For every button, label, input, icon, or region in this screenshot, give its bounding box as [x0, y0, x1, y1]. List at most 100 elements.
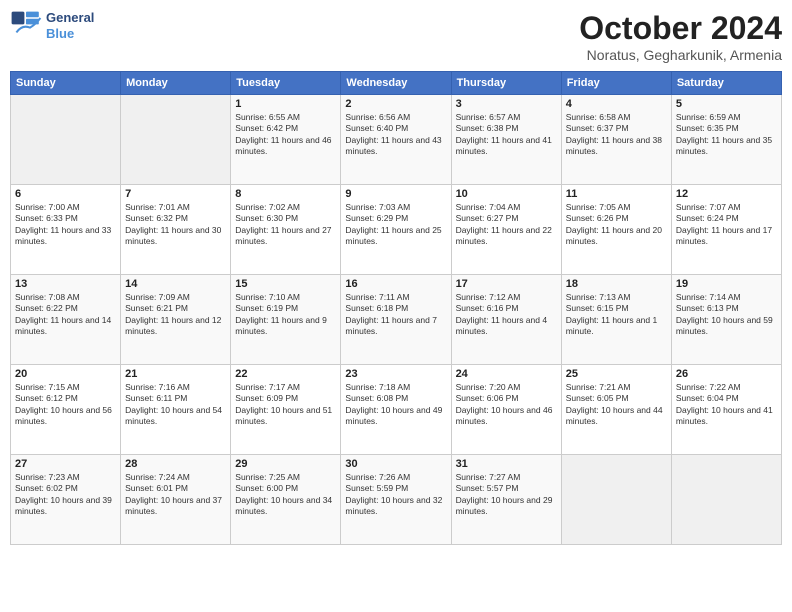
calendar-cell: 18 Sunrise: 7:13 AM Sunset: 6:15 PM Dayli… [561, 275, 671, 365]
day-info: Sunrise: 7:09 AM Sunset: 6:21 PM Dayligh… [125, 292, 226, 338]
day-number: 23 [345, 368, 446, 380]
calendar-cell [11, 95, 121, 185]
day-info: Sunrise: 7:13 AM Sunset: 6:15 PM Dayligh… [566, 292, 667, 338]
calendar-cell: 6 Sunrise: 7:00 AM Sunset: 6:33 PM Daylig… [11, 185, 121, 275]
day-number: 9 [345, 188, 446, 200]
weekday-header: Thursday [451, 72, 561, 95]
day-info: Sunrise: 7:21 AM Sunset: 6:05 PM Dayligh… [566, 382, 667, 428]
title-block: October 2024 Noratus, Gegharkunik, Armen… [579, 10, 782, 63]
day-info: Sunrise: 7:18 AM Sunset: 6:08 PM Dayligh… [345, 382, 446, 428]
day-number: 8 [235, 188, 336, 200]
day-info: Sunrise: 7:24 AM Sunset: 6:01 PM Dayligh… [125, 472, 226, 518]
calendar-cell: 12 Sunrise: 7:07 AM Sunset: 6:24 PM Dayli… [671, 185, 781, 275]
calendar-cell: 11Sunrise: 7:05 AM Sunset: 6:26 PM Dayli… [561, 185, 671, 275]
day-info: Sunrise: 7:07 AM Sunset: 6:24 PM Dayligh… [676, 202, 777, 248]
day-number: 15 [235, 278, 336, 290]
weekday-header: Monday [121, 72, 231, 95]
calendar-week-row: 27 Sunrise: 7:23 AM Sunset: 6:02 PM Dayli… [11, 455, 782, 545]
day-info: Sunrise: 7:25 AM Sunset: 6:00 PM Dayligh… [235, 472, 336, 518]
day-info: Sunrise: 7:11 AM Sunset: 6:18 PM Dayligh… [345, 292, 446, 338]
day-number: 31 [456, 458, 557, 470]
calendar-cell: 1 Sunrise: 6:55 AM Sunset: 6:42 PM Daylig… [231, 95, 341, 185]
logo-blue: Blue [46, 26, 74, 41]
day-info: Sunrise: 6:59 AM Sunset: 6:35 PM Dayligh… [676, 112, 777, 158]
calendar-week-row: 13Sunrise: 7:08 AM Sunset: 6:22 PM Dayli… [11, 275, 782, 365]
month-title: October 2024 [579, 10, 782, 47]
calendar-cell: 24Sunrise: 7:20 AM Sunset: 6:06 PM Dayli… [451, 365, 561, 455]
location: Noratus, Gegharkunik, Armenia [579, 47, 782, 63]
calendar-cell: 2 Sunrise: 6:56 AM Sunset: 6:40 PM Daylig… [341, 95, 451, 185]
calendar-cell: 10Sunrise: 7:04 AM Sunset: 6:27 PM Dayli… [451, 185, 561, 275]
calendar-week-row: 20Sunrise: 7:15 AM Sunset: 6:12 PM Dayli… [11, 365, 782, 455]
calendar-cell: 23 Sunrise: 7:18 AM Sunset: 6:08 PM Dayli… [341, 365, 451, 455]
logo: General Blue [10, 10, 94, 42]
day-info: Sunrise: 7:00 AM Sunset: 6:33 PM Dayligh… [15, 202, 116, 248]
day-info: Sunrise: 6:55 AM Sunset: 6:42 PM Dayligh… [235, 112, 336, 158]
day-number: 7 [125, 188, 226, 200]
weekday-header: Tuesday [231, 72, 341, 95]
day-number: 25 [566, 368, 667, 380]
day-number: 6 [15, 188, 116, 200]
day-info: Sunrise: 7:16 AM Sunset: 6:11 PM Dayligh… [125, 382, 226, 428]
logo-icon [10, 10, 42, 42]
day-info: Sunrise: 7:05 AM Sunset: 6:26 PM Dayligh… [566, 202, 667, 248]
day-info: Sunrise: 7:23 AM Sunset: 6:02 PM Dayligh… [15, 472, 116, 518]
weekday-header-row: SundayMondayTuesdayWednesdayThursdayFrid… [11, 72, 782, 95]
day-number: 17 [456, 278, 557, 290]
calendar-cell: 26Sunrise: 7:22 AM Sunset: 6:04 PM Dayli… [671, 365, 781, 455]
day-number: 27 [15, 458, 116, 470]
calendar-cell: 27 Sunrise: 7:23 AM Sunset: 6:02 PM Dayli… [11, 455, 121, 545]
weekday-header: Sunday [11, 72, 121, 95]
header: General Blue October 2024 Noratus, Gegha… [10, 10, 782, 63]
day-number: 5 [676, 98, 777, 110]
calendar-cell: 17 Sunrise: 7:12 AM Sunset: 6:16 PM Dayli… [451, 275, 561, 365]
day-number: 28 [125, 458, 226, 470]
calendar-cell: 20Sunrise: 7:15 AM Sunset: 6:12 PM Dayli… [11, 365, 121, 455]
day-info: Sunrise: 7:17 AM Sunset: 6:09 PM Dayligh… [235, 382, 336, 428]
calendar-table: SundayMondayTuesdayWednesdayThursdayFrid… [10, 71, 782, 545]
weekday-header: Friday [561, 72, 671, 95]
calendar-cell: 29Sunrise: 7:25 AM Sunset: 6:00 PM Dayli… [231, 455, 341, 545]
calendar-cell: 25 Sunrise: 7:21 AM Sunset: 6:05 PM Dayli… [561, 365, 671, 455]
day-number: 26 [676, 368, 777, 380]
calendar-cell: 4Sunrise: 6:58 AM Sunset: 6:37 PM Daylig… [561, 95, 671, 185]
calendar-cell: 9Sunrise: 7:03 AM Sunset: 6:29 PM Daylig… [341, 185, 451, 275]
day-number: 19 [676, 278, 777, 290]
day-info: Sunrise: 7:12 AM Sunset: 6:16 PM Dayligh… [456, 292, 557, 338]
calendar-cell: 16 Sunrise: 7:11 AM Sunset: 6:18 PM Dayli… [341, 275, 451, 365]
day-info: Sunrise: 6:56 AM Sunset: 6:40 PM Dayligh… [345, 112, 446, 158]
day-number: 18 [566, 278, 667, 290]
day-number: 2 [345, 98, 446, 110]
weekday-header: Saturday [671, 72, 781, 95]
logo-text: General Blue [46, 10, 94, 41]
calendar-cell: 21 Sunrise: 7:16 AM Sunset: 6:11 PM Dayli… [121, 365, 231, 455]
day-number: 16 [345, 278, 446, 290]
calendar-cell: 14 Sunrise: 7:09 AM Sunset: 6:21 PM Dayli… [121, 275, 231, 365]
calendar-week-row: 1 Sunrise: 6:55 AM Sunset: 6:42 PM Daylig… [11, 95, 782, 185]
calendar-cell [671, 455, 781, 545]
calendar-cell: 7 Sunrise: 7:01 AM Sunset: 6:32 PM Daylig… [121, 185, 231, 275]
day-info: Sunrise: 6:57 AM Sunset: 6:38 PM Dayligh… [456, 112, 557, 158]
day-info: Sunrise: 7:26 AM Sunset: 5:59 PM Dayligh… [345, 472, 446, 518]
calendar-cell: 19 Sunrise: 7:14 AM Sunset: 6:13 PM Dayli… [671, 275, 781, 365]
day-number: 1 [235, 98, 336, 110]
calendar-cell: 13Sunrise: 7:08 AM Sunset: 6:22 PM Dayli… [11, 275, 121, 365]
calendar-cell: 28 Sunrise: 7:24 AM Sunset: 6:01 PM Dayli… [121, 455, 231, 545]
day-info: Sunrise: 6:58 AM Sunset: 6:37 PM Dayligh… [566, 112, 667, 158]
calendar-cell: 31 Sunrise: 7:27 AM Sunset: 5:57 PM Dayli… [451, 455, 561, 545]
day-info: Sunrise: 7:10 AM Sunset: 6:19 PM Dayligh… [235, 292, 336, 338]
calendar-cell: 30Sunrise: 7:26 AM Sunset: 5:59 PM Dayli… [341, 455, 451, 545]
day-number: 14 [125, 278, 226, 290]
day-number: 12 [676, 188, 777, 200]
day-info: Sunrise: 7:02 AM Sunset: 6:30 PM Dayligh… [235, 202, 336, 248]
day-info: Sunrise: 7:14 AM Sunset: 6:13 PM Dayligh… [676, 292, 777, 338]
calendar-cell: 5 Sunrise: 6:59 AM Sunset: 6:35 PM Daylig… [671, 95, 781, 185]
day-number: 3 [456, 98, 557, 110]
calendar-cell [561, 455, 671, 545]
day-info: Sunrise: 7:27 AM Sunset: 5:57 PM Dayligh… [456, 472, 557, 518]
day-info: Sunrise: 7:20 AM Sunset: 6:06 PM Dayligh… [456, 382, 557, 428]
day-info: Sunrise: 7:08 AM Sunset: 6:22 PM Dayligh… [15, 292, 116, 338]
day-number: 21 [125, 368, 226, 380]
day-number: 22 [235, 368, 336, 380]
day-info: Sunrise: 7:01 AM Sunset: 6:32 PM Dayligh… [125, 202, 226, 248]
